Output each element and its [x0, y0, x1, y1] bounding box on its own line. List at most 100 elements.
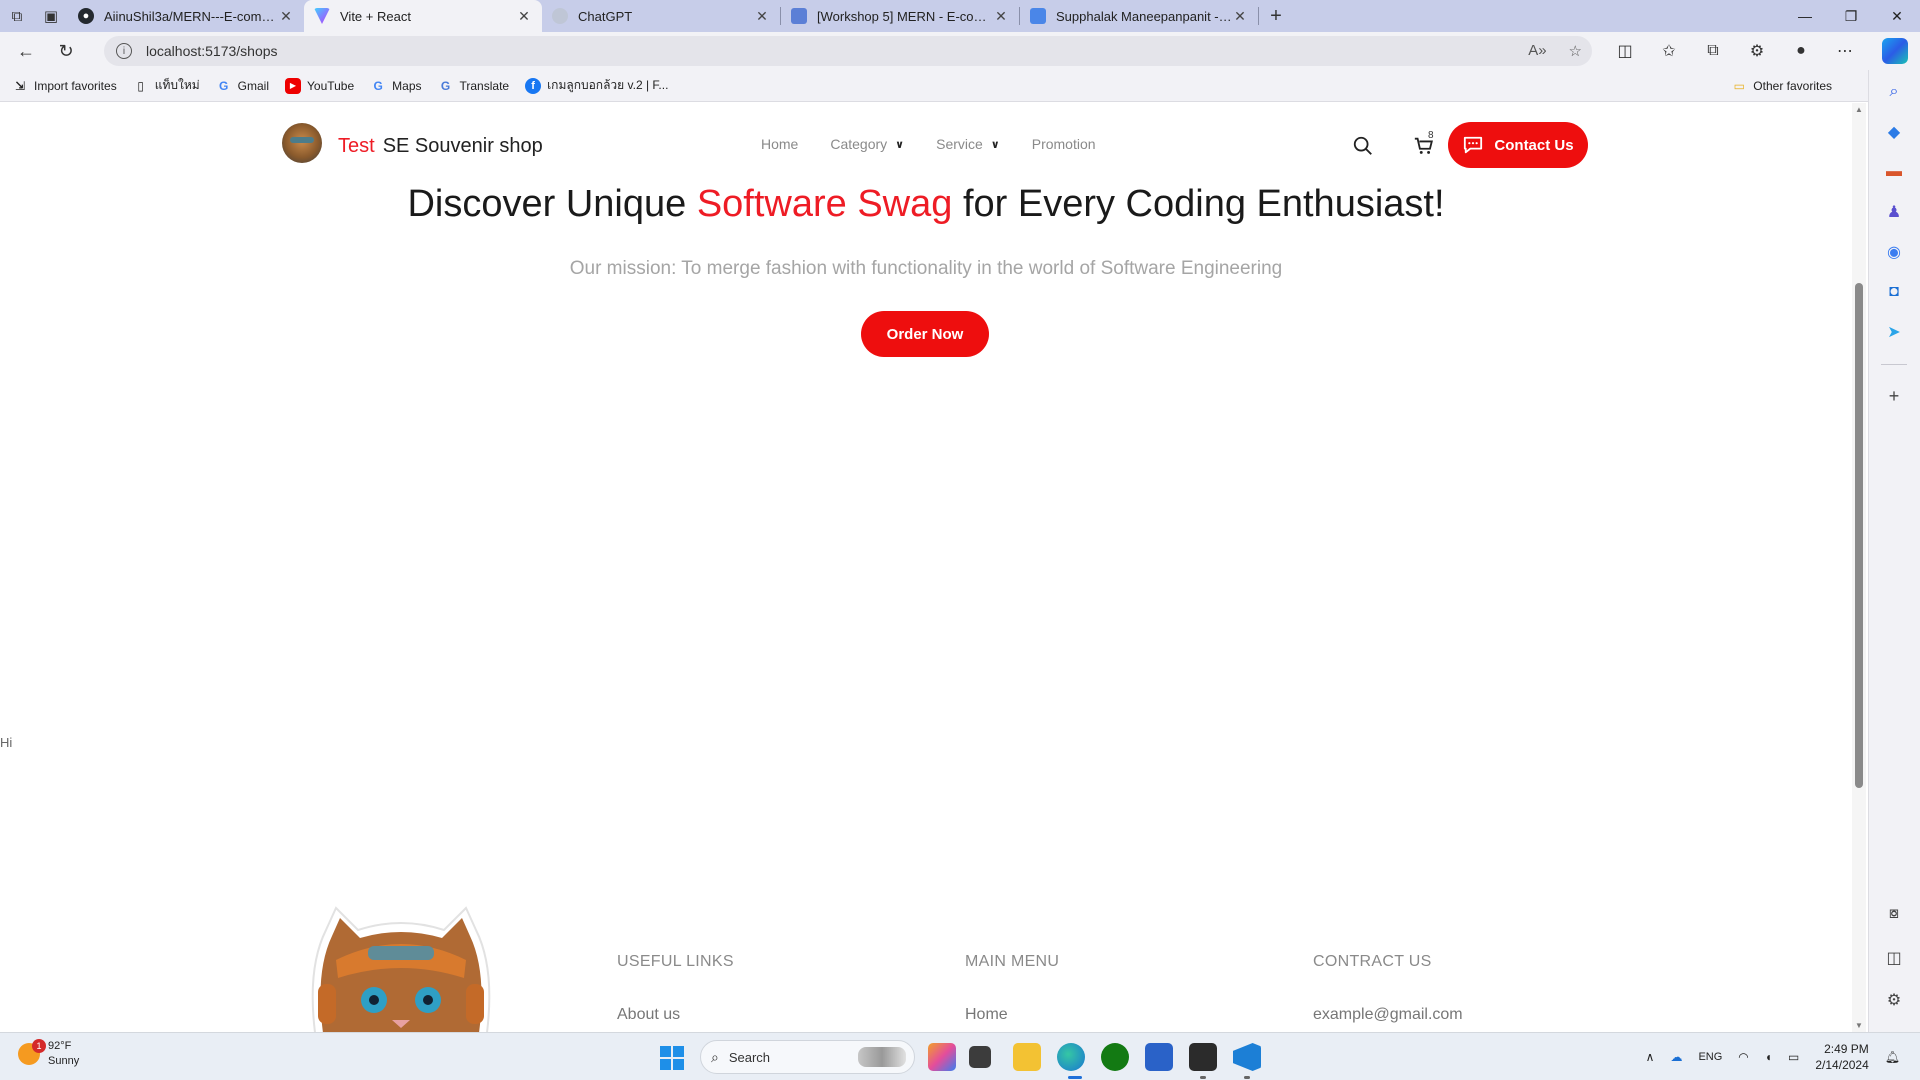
- tools-icon[interactable]: ▬: [1882, 160, 1906, 184]
- nav-home[interactable]: Home: [761, 136, 798, 152]
- sidebar-toggle-icon[interactable]: ◫: [1882, 946, 1906, 970]
- tab-title: AiinuShil3a/MERN---E-commerce: [104, 8, 278, 24]
- bookmark-youtube[interactable]: ▶ YouTube: [285, 77, 354, 94]
- extensions-icon[interactable]: ⚙: [1742, 41, 1772, 61]
- restore-icon[interactable]: ❐: [1828, 0, 1874, 32]
- favorites-icon[interactable]: ✩: [1654, 41, 1684, 61]
- minimize-icon[interactable]: —: [1782, 0, 1828, 32]
- footer-email[interactable]: example@gmail.com: [1313, 1006, 1463, 1024]
- facebook-icon: f: [525, 77, 542, 94]
- cat-logo[interactable]: [282, 123, 322, 163]
- new-tab-button[interactable]: +: [1259, 0, 1293, 32]
- tab-chatgpt[interactable]: ChatGPT ✕: [542, 0, 780, 32]
- back-icon[interactable]: ←: [8, 35, 44, 67]
- close-tab-icon[interactable]: ✕: [754, 8, 770, 25]
- contact-us-button[interactable]: Contact Us: [1448, 122, 1588, 168]
- workspaces-icon[interactable]: ⧉: [0, 0, 34, 32]
- add-icon[interactable]: +: [1882, 384, 1906, 408]
- copilot-icon[interactable]: [1882, 38, 1908, 64]
- vscode-icon[interactable]: [1233, 1043, 1261, 1071]
- scroll-down-icon[interactable]: ▼: [1852, 1021, 1866, 1030]
- tab-actions-icon[interactable]: ▣: [34, 0, 68, 32]
- settings-icon[interactable]: ⚙: [1882, 988, 1906, 1012]
- folder-icon: ▭: [1733, 78, 1745, 93]
- xbox-icon[interactable]: [1101, 1043, 1129, 1071]
- outlook-icon[interactable]: ◘: [1882, 280, 1906, 304]
- hero-title-before: Discover Unique: [407, 183, 697, 225]
- other-favorites[interactable]: ▭ Other favorites: [1731, 78, 1832, 94]
- screenshot-icon[interactable]: ⧇: [1882, 902, 1906, 926]
- site-info-icon[interactable]: i: [116, 43, 132, 59]
- scrollbar-thumb[interactable]: [1855, 283, 1863, 788]
- bookmark-label: เกมลูกบอกล้วย v.2 | F...: [547, 78, 669, 92]
- split-screen-icon[interactable]: ◫: [1610, 41, 1640, 61]
- brand-rest: SE Souvenir shop: [382, 135, 543, 157]
- tab-github[interactable]: ● AiinuShil3a/MERN---E-commerce ✕: [68, 0, 304, 32]
- windows-taskbar: 1 92°F Sunny ⌕ Search ∧ ☁ ENG ◠ ◖ ▭ 2:49…: [0, 1032, 1920, 1080]
- send-icon[interactable]: ➤: [1882, 320, 1906, 344]
- volume-icon[interactable]: ◖: [1765, 1050, 1772, 1064]
- bookmark-import[interactable]: ⇲ Import favorites: [12, 78, 117, 94]
- import-icon: ⇲: [14, 78, 26, 93]
- bookmark-facebook[interactable]: f เกมลูกบอกล้วย v.2 | F...: [525, 76, 668, 95]
- refresh-icon[interactable]: ↻: [48, 35, 84, 67]
- profile-icon[interactable]: ●: [1786, 42, 1816, 60]
- scroll-up-icon[interactable]: ▲: [1852, 105, 1866, 114]
- taskbar-search[interactable]: ⌕ Search: [700, 1040, 915, 1074]
- shopping-tag-icon[interactable]: ◆: [1882, 120, 1906, 144]
- close-tab-icon[interactable]: ✕: [1232, 8, 1248, 25]
- nav-service[interactable]: Service ∨: [936, 136, 1000, 152]
- language-indicator[interactable]: ENG: [1698, 1051, 1722, 1063]
- tab-vite-react[interactable]: Vite + React ✕: [304, 0, 542, 32]
- taskbar-search-label: Search: [728, 1049, 771, 1065]
- close-tab-icon[interactable]: ✕: [516, 8, 532, 25]
- file-explorer-icon[interactable]: [1013, 1043, 1041, 1071]
- task-view-icon[interactable]: [969, 1046, 991, 1068]
- search-icon[interactable]: [1352, 135, 1374, 157]
- close-tab-icon[interactable]: ✕: [278, 8, 294, 25]
- page-viewport: Test SE Souvenir shop Home Category ∨ Ser…: [0, 103, 1860, 1032]
- onedrive-icon[interactable]: ☁: [1670, 1050, 1682, 1064]
- nav-promotion[interactable]: Promotion: [1032, 136, 1096, 152]
- clock[interactable]: 2:49 PM 2/14/2024: [1815, 1041, 1868, 1073]
- bookmark-gmail[interactable]: G Gmail: [216, 78, 269, 94]
- copilot-app-icon[interactable]: [928, 1043, 956, 1071]
- wifi-icon[interactable]: ◠: [1738, 1050, 1748, 1064]
- battery-icon[interactable]: ▭: [1788, 1050, 1799, 1064]
- footer-link-about-us[interactable]: About us: [617, 1006, 680, 1024]
- search-icon[interactable]: ⌕: [1882, 80, 1906, 104]
- order-now-button[interactable]: Order Now: [861, 311, 989, 357]
- notification-bell-icon[interactable]: 🔔︎: [1885, 1050, 1900, 1064]
- bookmark-translate[interactable]: G Translate: [438, 78, 509, 94]
- bookmark-label: Import favorites: [34, 78, 117, 93]
- bookmark-newtab[interactable]: ▯ แท็บใหม่: [133, 76, 200, 95]
- chevron-down-icon: ∨: [895, 138, 905, 151]
- games-icon[interactable]: ♟: [1882, 200, 1906, 224]
- contact-label: Contact Us: [1494, 136, 1574, 154]
- chevron-up-icon[interactable]: ∧: [1646, 1050, 1655, 1064]
- windows-start-icon[interactable]: [660, 1046, 684, 1070]
- bookmark-maps[interactable]: G Maps: [370, 78, 421, 94]
- cat-mascot-image: [311, 906, 491, 1032]
- brand-name[interactable]: Test SE Souvenir shop: [338, 135, 543, 158]
- microsoft-365-icon[interactable]: ◉: [1882, 240, 1906, 264]
- tab-docs[interactable]: Supphalak Maneepanpanit - [Wo ✕: [1020, 0, 1258, 32]
- main-nav: Home Category ∨ Service ∨ Promotion: [761, 136, 1096, 152]
- collections-icon[interactable]: ⧉: [1698, 42, 1728, 60]
- close-window-icon[interactable]: ✕: [1874, 0, 1920, 32]
- store-icon[interactable]: [1145, 1043, 1173, 1071]
- footer-link-home[interactable]: Home: [965, 1006, 1008, 1024]
- page-scrollbar[interactable]: ▲ ▼: [1852, 103, 1866, 1032]
- bookmark-label: แท็บใหม่: [154, 78, 200, 92]
- tab-workshop[interactable]: [Workshop 5] MERN - E-commerce ✕: [781, 0, 1019, 32]
- close-tab-icon[interactable]: ✕: [993, 8, 1009, 25]
- favorite-star-icon[interactable]: ☆: [1569, 42, 1582, 60]
- edge-icon[interactable]: [1057, 1043, 1085, 1071]
- url-bar[interactable]: i localhost:5173/shops A» ☆: [104, 36, 1592, 66]
- url-text[interactable]: localhost:5173/shops: [146, 43, 278, 59]
- terminal-icon[interactable]: [1189, 1043, 1217, 1071]
- more-menu-icon[interactable]: ⋯: [1830, 41, 1860, 61]
- read-aloud-icon[interactable]: A»: [1528, 42, 1546, 60]
- weather-widget[interactable]: 1 92°F Sunny: [18, 1039, 79, 1069]
- nav-category[interactable]: Category ∨: [830, 136, 904, 152]
